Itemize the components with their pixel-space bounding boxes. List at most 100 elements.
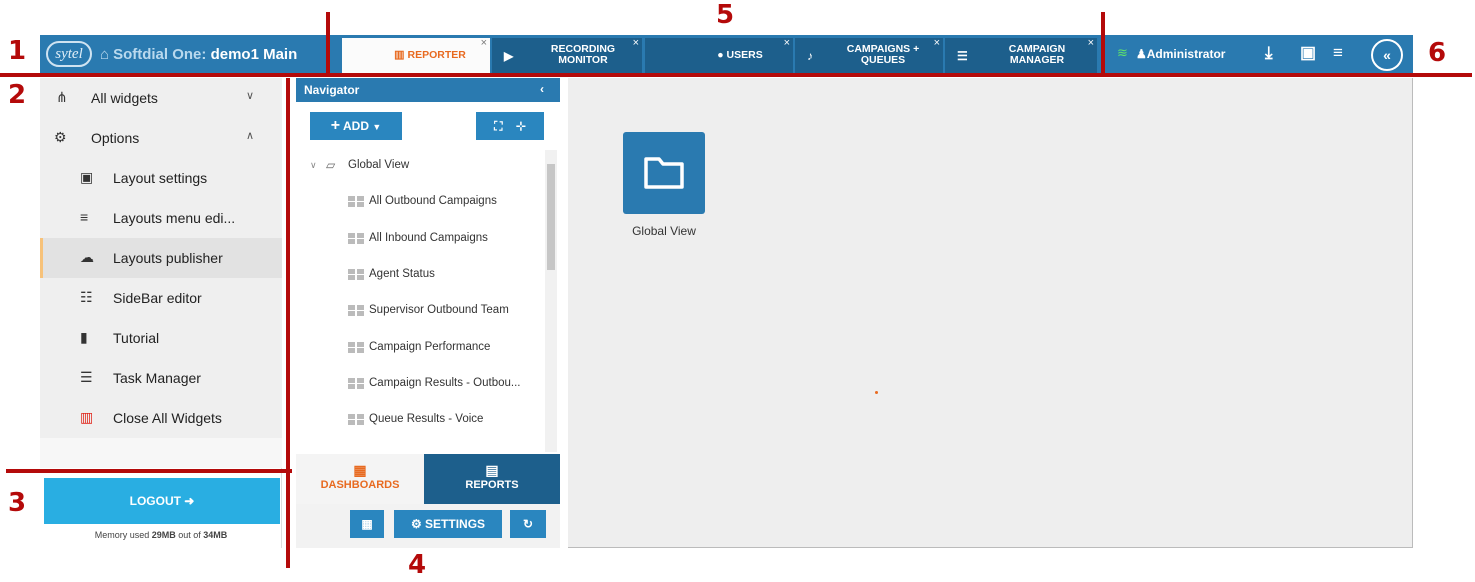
user-name[interactable]: ♟Administrator xyxy=(1136,47,1225,61)
sidebar-item-layouts-publisher[interactable]: ☁ Layouts publisher xyxy=(40,238,282,278)
gear-icon: ⚙ xyxy=(410,517,422,531)
tree-item[interactable]: All Inbound Campaigns xyxy=(296,221,544,257)
home-icon[interactable]: ⌂ xyxy=(100,46,109,63)
tab-reporter-label: REPORTER xyxy=(407,49,466,61)
tasks-icon: ☰ xyxy=(80,369,93,385)
tab-reports[interactable]: ▤ REPORTS xyxy=(424,454,560,504)
memory-prefix: Memory used xyxy=(94,530,152,540)
folder-tile-global-view[interactable] xyxy=(623,132,705,214)
tab-campaigns-queues[interactable]: ♪ CAMPAIGNS + QUEUES × xyxy=(795,37,943,73)
sidebar-item-options[interactable]: ⚙ Options ∧ xyxy=(40,118,282,158)
app-title-main: demo1 Main xyxy=(210,46,298,63)
tab-campaign-manager[interactable]: ☰ CAMPAIGN MANAGER × xyxy=(945,37,1097,73)
dashboard-icon xyxy=(348,305,364,316)
save-icon[interactable]: ▣ xyxy=(1300,43,1316,63)
user-name-label: Administrator xyxy=(1146,47,1226,61)
annotation-line-horizontal-top xyxy=(0,73,1472,77)
play-icon: ▶ xyxy=(504,49,514,63)
add-label: ADD xyxy=(342,119,369,133)
tree-item-label: Supervisor Outbound Team xyxy=(369,304,509,316)
sign-out-icon: ➜ xyxy=(184,494,195,508)
tree-item-label: Queue Results - Voice xyxy=(369,413,484,425)
annotation-number-2: 2 xyxy=(8,80,27,110)
tree-item[interactable]: Campaign Results - Outbou... xyxy=(296,366,544,402)
tab-campaign-manager-label: CAMPAIGN MANAGER xyxy=(1008,43,1066,66)
close-icon[interactable]: × xyxy=(1088,37,1094,49)
bell-icon: ♪ xyxy=(807,49,813,63)
tree-item[interactable]: All Outbound Campaigns xyxy=(296,184,544,220)
tab-reporter[interactable]: ▥ REPORTER × xyxy=(342,37,490,75)
logout-button[interactable]: LOGOUT ➜ xyxy=(44,478,280,524)
close-icon[interactable]: × xyxy=(633,37,639,49)
close-icon[interactable]: × xyxy=(784,37,790,49)
tab-users[interactable]: ● USERS × xyxy=(645,37,793,73)
annotation-line-horizontal-bottom xyxy=(6,469,292,473)
download-icon[interactable]: ⤓ xyxy=(1265,43,1273,63)
settings-button[interactable]: ⚙ SETTINGS xyxy=(394,510,502,538)
sidebar-item-sidebar-editor[interactable]: ☷ SideBar editor xyxy=(40,278,282,318)
dashboard-icon xyxy=(348,378,364,389)
dashboards-icon: ▦ xyxy=(353,462,367,478)
annotation-number-1: 1 xyxy=(8,36,27,66)
navigator-header: Navigator ‹ xyxy=(296,78,560,102)
tree-item-label: Campaign Results - Outbou... xyxy=(369,377,521,389)
sidebar-item-all-widgets[interactable]: ⋔ All widgets ∨ xyxy=(40,78,282,118)
tree-item-label: All Inbound Campaigns xyxy=(369,232,488,244)
tree-root-label: Global View xyxy=(348,159,410,171)
tree-item[interactable]: Queue Results - Voice xyxy=(296,402,544,438)
chevron-up-icon: ∧ xyxy=(245,130,254,142)
compress-icon[interactable]: ⊹ xyxy=(516,119,526,133)
tab-campaigns-queues-label: CAMPAIGNS + QUEUES xyxy=(846,43,920,66)
calendar-button[interactable]: ▦ xyxy=(350,510,384,538)
memory-total: 34MB xyxy=(203,530,228,540)
main-canvas: Global View xyxy=(568,78,1413,548)
top-bar: sytel ⌂ Softdial One: demo1 Main ▥ REPORT… xyxy=(40,35,1413,75)
tree-scrollbar-thumb[interactable] xyxy=(547,164,555,270)
refresh-button[interactable]: ↻ xyxy=(510,510,546,538)
chevron-down-icon[interactable]: ∨ xyxy=(310,160,317,171)
tree-item[interactable]: Agent Status xyxy=(296,257,544,293)
tree-item[interactable]: Campaign Performance xyxy=(296,330,544,366)
sidebar-item-label: SideBar editor xyxy=(113,290,202,306)
user-icon: ● xyxy=(717,49,724,61)
close-icon[interactable]: × xyxy=(481,37,487,49)
sidebar-item-label: Layouts menu edi... xyxy=(113,210,236,226)
sidebar-item-layouts-menu-editor[interactable]: ≡ Layouts menu edi... xyxy=(40,198,282,238)
folder-icon xyxy=(644,157,684,189)
sidebar: ⋔ All widgets ∨ ⚙ Options ∧ ▣ Layout set… xyxy=(40,78,282,548)
app-title: ⌂ Softdial One: demo1 Main xyxy=(100,46,297,63)
dashboard-icon xyxy=(348,269,364,280)
tree-item-label: Agent Status xyxy=(369,268,435,280)
menu-icon[interactable]: ≡ xyxy=(1333,43,1343,63)
trash-icon: ▥ xyxy=(80,409,94,425)
expand-icon[interactable]: ⛶ xyxy=(494,119,502,133)
dashboard-icon xyxy=(348,414,364,425)
sidebar-item-label: Layouts publisher xyxy=(113,250,223,266)
collapse-left-icon[interactable]: « xyxy=(1371,39,1403,71)
sidebar-item-layout-settings[interactable]: ▣ Layout settings xyxy=(40,158,282,198)
chevron-left-icon[interactable]: ‹ xyxy=(540,82,544,96)
sidebar-item-close-all-widgets[interactable]: ▥ Close All Widgets xyxy=(40,398,282,438)
sidebar-item-task-manager[interactable]: ☰ Task Manager xyxy=(40,358,282,398)
book-icon: ▮ xyxy=(80,329,88,345)
tree-item[interactable]: Supervisor Outbound Team xyxy=(296,293,544,329)
add-button[interactable]: + ADD ▼ xyxy=(310,112,402,140)
navigator-panel: Navigator ‹ + ADD ▼ ⛶ ⊹ ∨ ▱ Global View … xyxy=(296,78,560,548)
tree-item-label: Campaign Performance xyxy=(369,341,491,353)
tab-recording-monitor[interactable]: ▶ RECORDING MONITOR × xyxy=(492,37,642,73)
sidebar-item-label: Layout settings xyxy=(113,170,208,186)
sidebar-item-tutorial[interactable]: ▮ Tutorial xyxy=(40,318,282,358)
layout-icon: ▣ xyxy=(80,169,94,185)
annotation-number-3: 3 xyxy=(8,488,27,518)
close-icon[interactable]: × xyxy=(934,37,940,49)
memory-mid: out of xyxy=(175,530,204,540)
dashboard-icon xyxy=(348,342,364,353)
tab-dashboards[interactable]: ▦ DASHBOARDS xyxy=(296,454,424,504)
navigator-footer: ▦ ⚙ SETTINGS ↻ xyxy=(296,504,560,548)
expand-collapse-group: ⛶ ⊹ xyxy=(476,112,544,140)
memory-used: 29MB xyxy=(151,530,176,540)
canvas-marker xyxy=(875,391,878,394)
wifi-icon: ≋ xyxy=(1117,45,1128,60)
tab-dashboards-label: DASHBOARDS xyxy=(320,479,400,491)
tree-root-global-view[interactable]: ∨ ▱ Global View xyxy=(296,148,544,184)
